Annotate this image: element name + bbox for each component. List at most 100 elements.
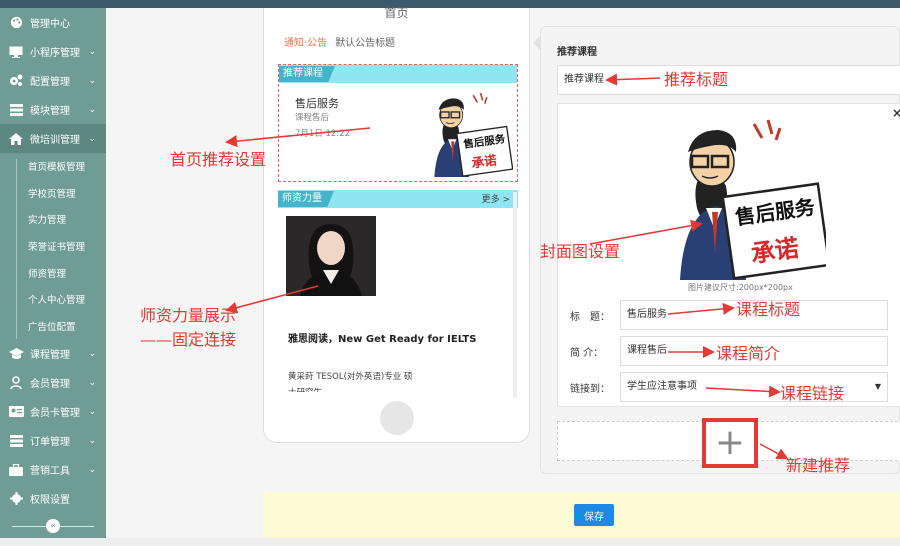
chevron-down-icon: ⌄ [88,348,96,359]
annotation-teacher-fixed-link: ——固定连接 [140,330,237,349]
sidebar-item-permissions[interactable]: 权限设置 [0,484,106,513]
palette-icon [8,16,24,30]
save-button[interactable]: 保存 [574,504,614,526]
chevron-down-icon: ⌄ [88,406,96,417]
course-title: 售后服务 [295,97,339,110]
teacher-description: 黄采莳 TESOL(对外英语)专业 硕 [288,372,413,382]
sidebar-item-label: 权限设置 [30,495,70,507]
collapse-sidebar-button[interactable]: « [46,519,60,533]
sidebar-item-label: 会员管理 [30,379,70,391]
link-label: 链接到： [570,384,610,395]
sidebar-item-modules[interactable]: 模块管理 ⌄ [0,95,106,124]
status-bar [0,538,900,546]
cover-image-upload[interactable]: 售后服务 承诺 [666,116,826,280]
page-title: 首页 [384,6,409,20]
sidebar-item-label: 营销工具 [30,466,70,478]
recommend-tag: 推荐课程 [279,66,335,82]
sidebar-collapse: « [0,514,106,538]
sidebar-item-label: 课程管理 [30,350,70,362]
gear-icon [8,492,24,506]
sidebar-subitem-teachers[interactable]: 师资管理 [0,259,106,286]
close-icon[interactable]: × [892,106,900,120]
save-bar: 保存 [263,492,900,538]
course-cover-thumbnail: 售后服务 承诺 [427,91,513,177]
notice-text: 默认公告标题 [335,38,396,49]
sidebar-item-label: 订单管理 [30,437,70,449]
briefcase-icon [8,463,24,477]
sidebar: 管理中心 小程序管理 ⌄ 配置管理 ⌄ 模块管理 ⌄ 微培训管理 ⌄ 首页模板管… [0,8,106,538]
scrollbar[interactable] [513,192,517,398]
sidebar-item-label: 模块管理 [30,106,70,117]
teacher-description-cont: 士研究生 [288,386,322,392]
annotation-recommend-title: 推荐标题 [664,70,729,89]
chevron-down-icon: ⌄ [88,464,96,475]
chevron-down-icon: ⌄ [88,435,96,446]
sidebar-subitem-honor-cert[interactable]: 荣誉证书管理 [0,232,106,260]
course-link-select[interactable]: 学生应注意事项 ▼ [620,372,888,402]
add-recommend-button[interactable]: + [702,418,758,468]
sidebar-item-miniprogram[interactable]: 小程序管理 ⌄ [0,37,106,66]
phone-preview: 首页 通知·公告 默认公告标题 推荐课程 售后服务 课程售后 7月1日 12:22 [263,6,530,443]
annotation-new-recommend: 新建推荐 [786,456,851,475]
teacher-course-name: 雅思阅读，New Get Ready for IELTS [288,334,477,345]
sidebar-item-orders[interactable]: 订单管理 ⌄ [0,426,106,455]
server-icon [8,103,24,117]
sidebar-item-micro-training[interactable]: 微培训管理 ⌄ [0,124,106,153]
teachers-section: 师资力量 更多 > 雅思阅读，New Get Ready for IELTS 黄… [278,190,518,400]
sidebar-item-courses[interactable]: 课程管理 ⌄ [0,339,106,368]
chevron-down-icon: ⌄ [88,104,96,115]
monitor-icon [8,45,24,59]
graduation-cap-icon [8,347,24,361]
chevron-down-icon: ⌄ [88,75,96,86]
annotation-course-link: 课程链接 [780,384,845,403]
sidebar-item-label: 小程序管理 [30,48,80,59]
sidebar-item-members[interactable]: 会员管理 ⌄ [0,368,106,397]
sidebar-subitem-school-page[interactable]: 学校页管理 [0,179,106,207]
course-date: 7月1日 12:22 [295,129,351,139]
sidebar-subitem-strength[interactable]: 实力管理 [0,206,106,233]
course-link-value: 学生应注意事项 [627,381,697,392]
panel-pointer [533,36,540,50]
sidebar-item-label: 微培训管理 [30,135,80,146]
sidebar-item-admin-center[interactable]: 管理中心 [0,8,106,37]
plus-icon: + [714,422,746,463]
teacher-photo [286,216,376,296]
phone-home-button [380,401,414,435]
home-icon [8,132,24,146]
more-link[interactable]: 更多 > [482,192,510,205]
panel-title: 推荐课程 [557,47,597,58]
gears-icon [8,74,24,88]
sidebar-subitem-home-template[interactable]: 首页模板管理 [0,153,106,180]
section-header: 师资力量 更多 > [278,190,518,208]
recommend-title-input[interactable]: 推荐课程 [557,65,900,95]
chevron-down-icon: ⌄ [88,133,96,144]
annotation-home-recommend: 首页推荐设置 [170,150,267,169]
annotation-teacher-show: 师资力量展示 [140,306,237,325]
sidebar-item-label: 配置管理 [30,77,70,88]
recommend-section[interactable]: 推荐课程 售后服务 课程售后 7月1日 12:22 售后服务 承诺 [278,64,518,182]
caret-down-icon: ▼ [874,382,881,391]
user-icon [8,376,24,390]
sidebar-item-marketing[interactable]: 营销工具 ⌄ [0,455,106,484]
cover-size-hint: 图片建议尺寸:200px*200px [688,283,793,292]
sidebar-subitem-ad-slot[interactable]: 广告位配置 [0,312,106,340]
notice-label: 通知·公告 [284,38,328,49]
title-label: 标 题： [570,312,610,323]
teachers-tag: 师资力量 [278,191,334,207]
annotation-course-title: 课程标题 [736,300,801,319]
sidebar-item-label: 管理中心 [30,19,70,30]
sidebar-subitem-personal-center[interactable]: 个人中心管理 [0,285,106,313]
notice-bar[interactable]: 通知·公告 默认公告标题 [284,34,395,49]
server-icon [8,434,24,448]
sidebar-item-config[interactable]: 配置管理 ⌄ [0,66,106,95]
annotation-cover-setting: 封面图设置 [540,242,621,261]
chevron-down-icon: ⌄ [88,46,96,57]
chevron-down-icon: ⌄ [88,377,96,388]
course-subtitle: 课程售后 [295,113,330,123]
intro-label: 简 介： [570,348,604,359]
sidebar-item-member-cards[interactable]: 会员卡管理 ⌄ [0,397,106,426]
sidebar-item-label: 会员卡管理 [30,408,80,420]
annotation-course-intro: 课程简介 [716,344,781,363]
id-card-icon [8,405,24,419]
section-header: 推荐课程 [279,65,517,83]
